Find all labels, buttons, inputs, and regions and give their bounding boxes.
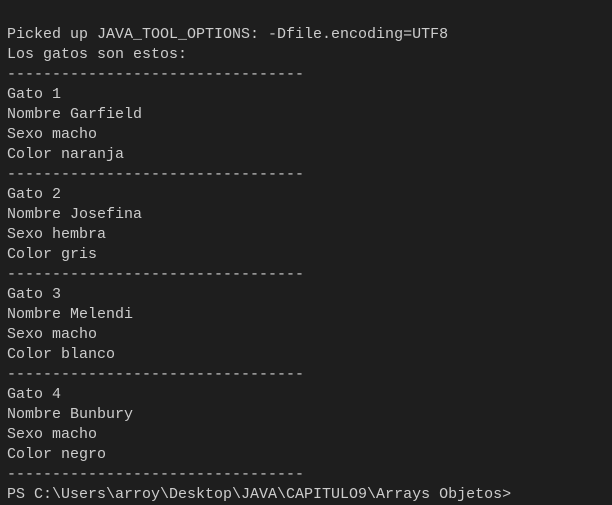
terminal-line: Gato 1	[7, 86, 62, 103]
terminal-line: Nombre Bunbury	[7, 406, 134, 423]
terminal-line: Color naranja	[7, 146, 125, 163]
terminal-line: Color negro	[7, 446, 107, 463]
terminal-line: Gato 4	[7, 386, 62, 403]
terminal-line: Sexo hembra	[7, 226, 107, 243]
terminal-line: Color blanco	[7, 346, 116, 363]
terminal-line: Gato 3	[7, 286, 62, 303]
terminal-line: Nombre Garfield	[7, 106, 143, 123]
terminal-line: Sexo macho	[7, 426, 98, 443]
terminal-line: Sexo macho	[7, 126, 98, 143]
terminal-line: Color gris	[7, 246, 98, 263]
terminal-line: Nombre Josefina	[7, 206, 143, 223]
terminal-output: Picked up JAVA_TOOL_OPTIONS: -Dfile.enco…	[7, 5, 511, 505]
terminal-line: Nombre Melendi	[7, 306, 134, 323]
terminal-line: Los gatos son estos:	[7, 46, 188, 63]
terminal-line: ---------------------------------	[7, 366, 305, 383]
terminal-prompt[interactable]: PS C:\Users\arroy\Desktop\JAVA\CAPITULO9…	[7, 485, 511, 505]
terminal-line: ---------------------------------	[7, 166, 305, 183]
terminal-line: ---------------------------------	[7, 66, 305, 83]
terminal-line: Sexo macho	[7, 326, 98, 343]
terminal-line: Picked up JAVA_TOOL_OPTIONS: -Dfile.enco…	[7, 26, 449, 43]
terminal-line: Gato 2	[7, 186, 62, 203]
terminal-line: ---------------------------------	[7, 266, 305, 283]
terminal-line: ---------------------------------	[7, 466, 305, 483]
